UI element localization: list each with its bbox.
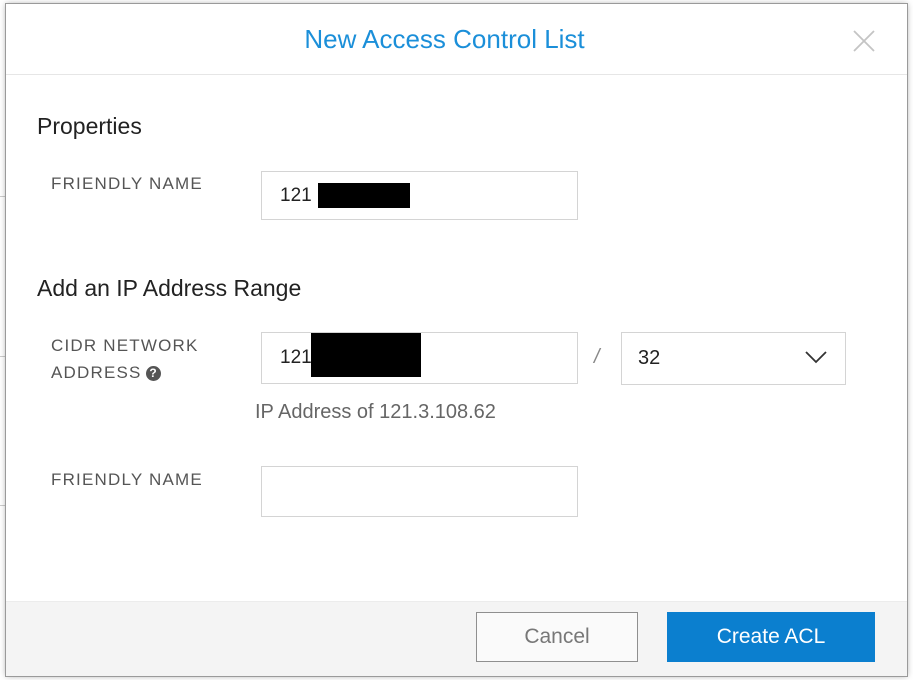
friendly-name-label: FRIENDLY NAME bbox=[51, 174, 203, 193]
cidr-label-line1: CIDR NETWORK bbox=[51, 336, 199, 355]
range-friendly-name-input[interactable] bbox=[261, 466, 578, 517]
chevron-down-icon bbox=[805, 350, 827, 364]
ip-range-heading: Add an IP Address Range bbox=[37, 275, 302, 301]
dialog-title: New Access Control List bbox=[304, 24, 585, 54]
close-button[interactable] bbox=[851, 28, 877, 54]
cidr-separator: / bbox=[594, 346, 600, 368]
acl-friendly-name-input[interactable] bbox=[261, 171, 578, 220]
dialog-header: New Access Control List bbox=[6, 4, 907, 75]
cidr-label-line2: ADDRESS bbox=[51, 363, 142, 382]
range-friendly-name-label: FRIENDLY NAME bbox=[51, 470, 203, 489]
redaction-block bbox=[311, 333, 421, 377]
create-acl-button[interactable]: Create ACL bbox=[667, 612, 875, 662]
acl-dialog: New Access Control List Properties FRIEN… bbox=[6, 4, 907, 676]
dialog-footer: Cancel Create ACL bbox=[6, 601, 907, 676]
question-circle-icon[interactable]: ? bbox=[145, 366, 161, 381]
cidr-prefix-value: 32 bbox=[638, 347, 661, 369]
cidr-label: CIDR NETWORK ADDRESS? bbox=[51, 332, 199, 386]
cancel-button[interactable]: Cancel bbox=[476, 612, 638, 662]
ip-address-hint: IP Address of 121.3.108.62 bbox=[255, 401, 496, 423]
cidr-prefix-select[interactable]: 32 bbox=[621, 332, 846, 385]
redaction-block bbox=[318, 183, 410, 208]
properties-heading: Properties bbox=[37, 113, 142, 139]
close-icon bbox=[853, 30, 875, 52]
